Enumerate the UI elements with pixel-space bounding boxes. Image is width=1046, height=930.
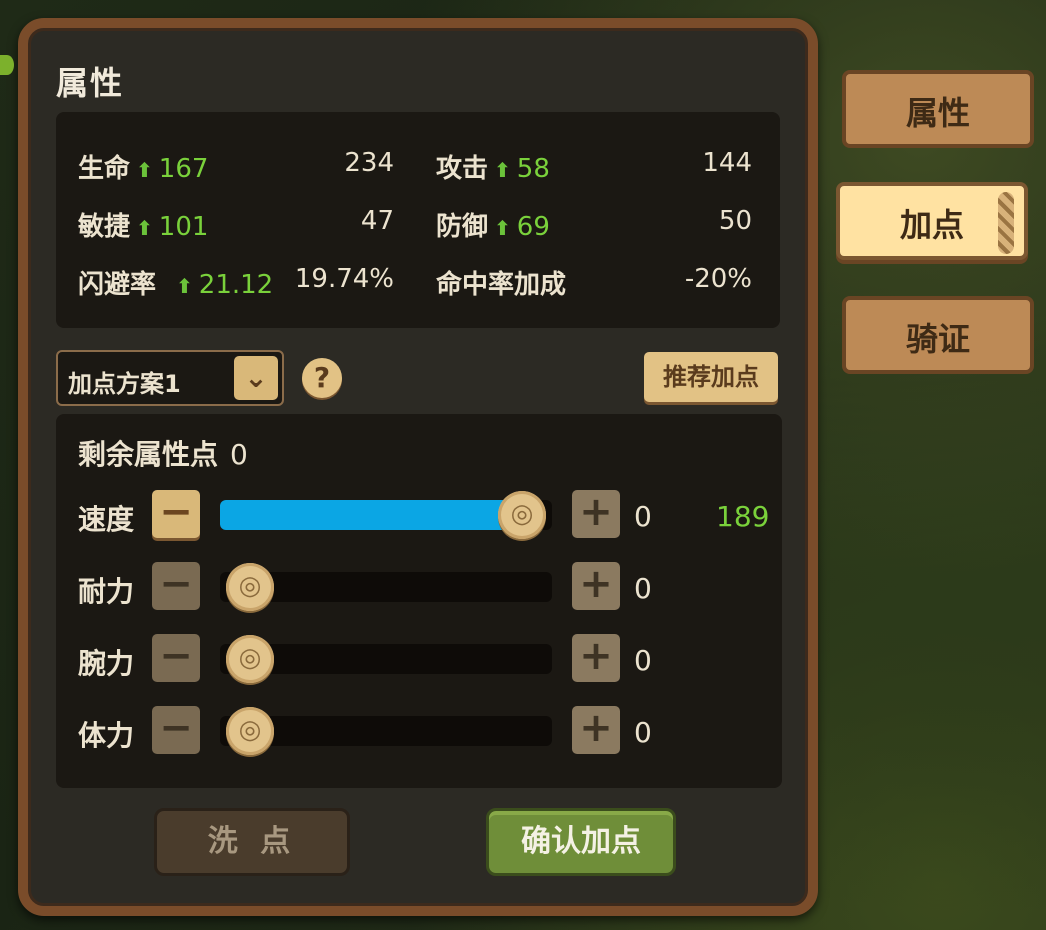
stat-life-bonus: 167 xyxy=(158,154,209,184)
up-arrow-icon: ⬆ xyxy=(494,216,511,240)
remaining-points-value: 0 xyxy=(230,438,248,471)
recommend-points-button[interactable]: 推荐加点 xyxy=(644,352,778,402)
stat-defense: 防御 ⬆ 69 xyxy=(436,206,550,243)
stat-attack-value: 144 xyxy=(702,148,752,178)
stat-life-value: 234 xyxy=(344,148,394,178)
plan-dropdown[interactable]: 加点方案1 ⌄ xyxy=(56,350,284,406)
minus-icon: − xyxy=(159,489,193,535)
rope-decoration xyxy=(998,192,1014,254)
attribute-row-speed: 速度 − ◎ + 0 189 xyxy=(78,490,778,540)
plus-icon: + xyxy=(579,633,613,679)
minus-icon: − xyxy=(159,561,193,607)
slider-knob[interactable]: ◎ xyxy=(226,635,274,683)
attribute-name: 速度 xyxy=(78,503,135,536)
stat-agility-value: 47 xyxy=(360,206,394,236)
up-arrow-icon: ⬆ xyxy=(176,274,193,298)
stat-defense-label: 防御 xyxy=(436,212,489,242)
attribute-row-strength: 腕力 − ◎ + 0 xyxy=(78,634,778,684)
tab-label: 属性 xyxy=(905,94,970,132)
stat-dodge: 闪避率 ⬆ 21.12 xyxy=(78,264,273,301)
stat-defense-bonus: 69 xyxy=(516,212,550,242)
attribute-added: 0 xyxy=(634,572,652,605)
minus-button[interactable]: − xyxy=(152,706,200,754)
tab-attributes[interactable]: 属性 xyxy=(842,70,1034,148)
tab-label: 加点 xyxy=(899,206,964,244)
minus-button[interactable]: − xyxy=(152,490,200,538)
tab-add-points[interactable]: 加点 xyxy=(836,182,1028,260)
attribute-row-vitality: 体力 − ◎ + 0 xyxy=(78,706,778,756)
stat-attack-label: 攻击 xyxy=(436,154,489,184)
stat-life-label: 生命 xyxy=(78,154,131,184)
attribute-added: 0 xyxy=(634,644,652,677)
chevron-down-icon[interactable]: ⌄ xyxy=(234,356,278,400)
minus-button[interactable]: − xyxy=(152,634,200,682)
plus-icon: + xyxy=(579,561,613,607)
stat-dodge-value: 19.74% xyxy=(294,264,394,294)
stat-dodge-label: 闪避率 xyxy=(78,270,157,300)
up-arrow-icon: ⬆ xyxy=(136,216,153,240)
slider-knob[interactable]: ◎ xyxy=(226,707,274,755)
stat-dodge-bonus: 21.12 xyxy=(198,270,274,300)
plus-button[interactable]: + xyxy=(572,634,620,682)
plus-button[interactable]: + xyxy=(572,562,620,610)
stat-agility: 敏捷 ⬆ 101 xyxy=(78,206,208,243)
plus-icon: + xyxy=(579,489,613,535)
stat-hit-bonus-label: 命中率加成 xyxy=(436,270,567,300)
reset-points-button[interactable]: 洗 点 xyxy=(154,808,350,876)
attribute-added: 0 xyxy=(634,500,652,533)
stat-attack: 攻击 ⬆ 58 xyxy=(436,148,550,185)
attribute-name: 耐力 xyxy=(78,575,135,608)
remaining-points: 剩余属性点 0 xyxy=(78,433,248,473)
attribute-slider-track[interactable]: ◎ xyxy=(220,491,552,539)
minus-icon: − xyxy=(159,633,193,679)
stat-life: 生命 ⬆ 167 xyxy=(78,148,208,185)
attribute-name: 腕力 xyxy=(78,647,135,680)
remaining-points-label: 剩余属性点 xyxy=(78,438,219,471)
stat-hit-bonus: 命中率加成 xyxy=(436,264,566,301)
stat-hit-bonus-value: -20% xyxy=(684,264,752,294)
plus-button[interactable]: + xyxy=(572,490,620,538)
slider-knob[interactable]: ◎ xyxy=(226,563,274,611)
plus-icon: + xyxy=(579,705,613,751)
vine-decoration xyxy=(0,55,14,75)
plan-dropdown-value: 加点方案1 xyxy=(68,370,181,398)
stat-agility-label: 敏捷 xyxy=(78,212,131,242)
tab-label: 骑证 xyxy=(905,320,970,358)
slider-knob[interactable]: ◎ xyxy=(498,491,546,539)
plus-button[interactable]: + xyxy=(572,706,620,754)
confirm-points-button[interactable]: 确认加点 xyxy=(486,808,676,876)
attribute-slider-fill xyxy=(220,500,532,530)
attribute-slider-track[interactable]: ◎ xyxy=(220,707,552,755)
attribute-slider-track[interactable]: ◎ xyxy=(220,563,552,611)
minus-icon: − xyxy=(159,705,193,751)
attribute-row-endurance: 耐力 − ◎ + 0 xyxy=(78,562,778,612)
tab-riding-license[interactable]: 骑证 xyxy=(842,296,1034,374)
up-arrow-icon: ⬆ xyxy=(136,158,153,182)
attribute-slider-track[interactable]: ◎ xyxy=(220,635,552,683)
stat-defense-value: 50 xyxy=(718,206,752,236)
help-icon[interactable]: ? xyxy=(302,358,342,398)
stat-agility-bonus: 101 xyxy=(158,212,209,242)
up-arrow-icon: ⬆ xyxy=(494,158,511,182)
minus-button[interactable]: − xyxy=(152,562,200,610)
stat-attack-bonus: 58 xyxy=(516,154,550,184)
attribute-added: 0 xyxy=(634,716,652,749)
attribute-name: 体力 xyxy=(78,719,135,752)
panel-title: 属性 xyxy=(56,64,125,102)
attribute-total: 189 xyxy=(716,500,770,533)
